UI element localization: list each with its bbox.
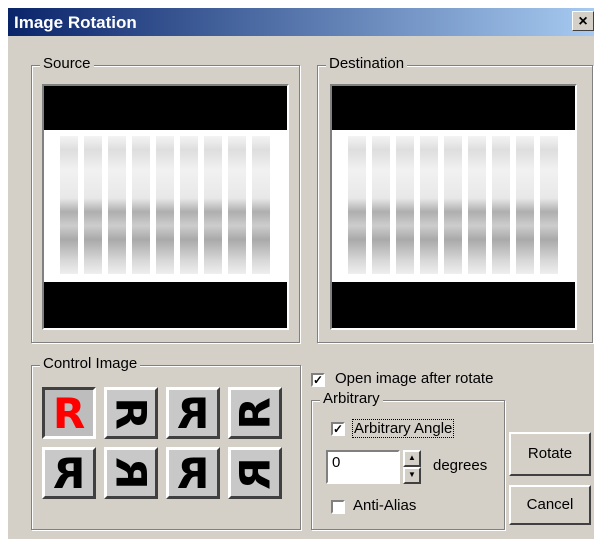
title-bar[interactable]: Image Rotation ×	[8, 8, 594, 36]
cancel-button[interactable]: Cancel	[509, 485, 591, 525]
control-image-group: Control Image RRRRRRRR	[31, 355, 301, 530]
control-glyph: R	[106, 456, 156, 490]
arbitrary-angle-label[interactable]: Arbitrary Angle	[352, 419, 455, 438]
control-button-orient-mirror[interactable]: R	[166, 387, 220, 439]
source-preview	[42, 84, 289, 330]
control-button-orient-normal[interactable]: R	[42, 387, 96, 439]
source-legend: Source	[40, 55, 94, 72]
window-title: Image Rotation	[14, 13, 137, 32]
arbitrary-angle-checkbox[interactable]: ✓	[331, 422, 345, 436]
open-after-rotate-checkbox[interactable]: ✓	[311, 373, 325, 387]
control-button-orient-flip-mirror[interactable]: R	[42, 447, 96, 499]
anti-alias-label[interactable]: Anti-Alias	[353, 497, 416, 514]
degrees-label: degrees	[433, 457, 488, 474]
control-image-legend: Control Image	[40, 355, 141, 372]
close-button[interactable]: ×	[572, 11, 594, 31]
control-button-orient-rot270[interactable]: R	[228, 387, 282, 439]
destination-preview	[330, 84, 577, 330]
control-button-orient-flip[interactable]: R	[166, 447, 220, 499]
destination-gel-image	[332, 130, 575, 282]
destination-legend: Destination	[326, 55, 408, 72]
angle-down-button[interactable]: ▼	[403, 467, 421, 484]
control-glyph: R	[106, 396, 156, 430]
control-glyph: R	[52, 388, 86, 438]
control-glyph: R	[230, 396, 280, 430]
angle-up-button[interactable]: ▲	[403, 450, 421, 467]
control-glyph: R	[230, 456, 280, 490]
arbitrary-legend: Arbitrary	[320, 390, 383, 407]
source-group: Source	[31, 55, 300, 343]
control-button-orient-rot90[interactable]: R	[104, 387, 158, 439]
anti-alias-checkbox[interactable]	[331, 500, 345, 514]
rotate-button[interactable]: Rotate	[509, 432, 591, 476]
destination-group: Destination	[317, 55, 593, 343]
source-gel-image	[44, 130, 287, 282]
image-rotation-dialog: Image Rotation × Source Destination Cont…	[8, 8, 594, 539]
control-glyph: R	[176, 448, 210, 498]
control-button-orient-rot90-flip[interactable]: R	[228, 447, 282, 499]
control-glyph: R	[52, 448, 86, 498]
open-after-rotate-label[interactable]: Open image after rotate	[335, 370, 493, 387]
control-glyph: R	[176, 388, 210, 438]
angle-input[interactable]: 0	[326, 450, 400, 484]
control-button-orient-rot270-flip[interactable]: R	[104, 447, 158, 499]
